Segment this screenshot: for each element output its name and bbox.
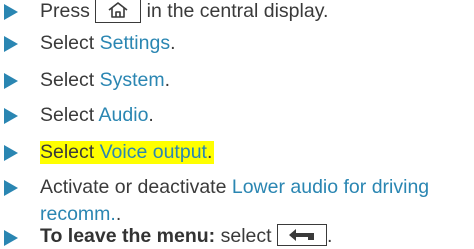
home-icon xyxy=(95,0,142,23)
highlight-mark: Select Voice output. xyxy=(40,141,215,164)
leave-menu-label: To leave the menu: xyxy=(40,225,216,247)
bullet-triangle-icon xyxy=(4,4,18,20)
voice-output-link: Voice output xyxy=(99,141,207,163)
bullet-triangle-icon xyxy=(4,230,18,246)
bullet-triangle-icon xyxy=(4,180,18,196)
step-text: Press in the central display. xyxy=(40,0,328,23)
settings-link: Settings xyxy=(99,32,171,54)
bullet-triangle-icon xyxy=(4,73,18,89)
bullet-triangle-icon xyxy=(4,36,18,52)
lower-audio-link: Lower audio for driving xyxy=(231,176,430,198)
bullet-triangle-icon xyxy=(4,145,18,161)
bullet-triangle-icon xyxy=(4,108,18,124)
back-icon xyxy=(276,224,327,247)
lower-audio-link-cont: recomm. xyxy=(40,203,116,225)
system-link: System xyxy=(99,69,165,91)
audio-link: Audio xyxy=(98,104,149,126)
